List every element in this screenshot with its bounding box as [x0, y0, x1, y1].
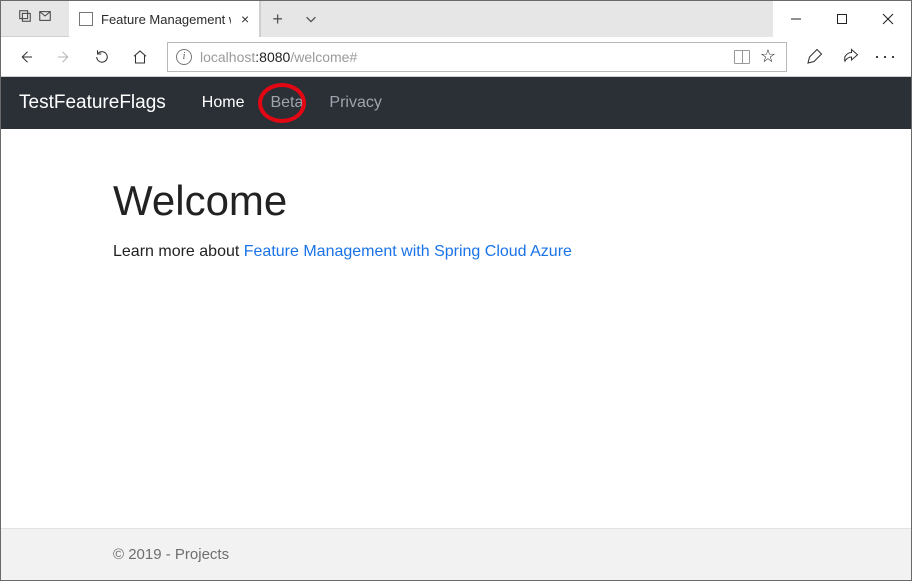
lead-text: Learn more about: [113, 243, 244, 260]
reading-view-icon[interactable]: [734, 50, 750, 64]
toolbar-right: ···: [797, 40, 903, 74]
footer-text: © 2019 - Projects: [113, 546, 229, 563]
page-footer: © 2019 - Projects: [1, 528, 911, 580]
page-content: Welcome Learn more about Feature Managem…: [1, 129, 911, 261]
tab-close-icon[interactable]: ×: [239, 11, 251, 27]
url-port: :8080: [255, 49, 290, 65]
new-tab-button[interactable]: +: [260, 1, 294, 37]
site-info-icon[interactable]: i: [176, 49, 192, 65]
address-bar[interactable]: i localhost:8080/welcome# ☆: [167, 42, 787, 72]
lead-link[interactable]: Feature Management with Spring Cloud Azu…: [244, 243, 572, 260]
browser-tab-active[interactable]: Feature Management w ×: [69, 1, 260, 37]
window-titlebar: Feature Management w × +: [1, 1, 911, 37]
window-maximize-button[interactable]: [819, 1, 865, 37]
window-controls: [773, 1, 911, 37]
app-brand[interactable]: TestFeatureFlags: [19, 92, 166, 114]
nav-privacy[interactable]: Privacy: [327, 90, 383, 116]
nav-home-button[interactable]: [123, 40, 157, 74]
url-path: /welcome#: [290, 49, 357, 65]
favorite-star-icon[interactable]: ☆: [758, 46, 778, 67]
nav-refresh-button[interactable]: [85, 40, 119, 74]
tab-title: Feature Management w: [101, 12, 231, 27]
more-menu-icon[interactable]: ···: [869, 46, 903, 67]
page-favicon-icon: [79, 12, 93, 26]
nav-home[interactable]: Home: [200, 90, 247, 116]
tab-actions-dropdown-icon[interactable]: [294, 1, 328, 37]
page-title: Welcome: [113, 177, 793, 225]
share-icon[interactable]: [833, 40, 867, 74]
url-text: localhost:8080/welcome#: [200, 49, 357, 65]
window-minimize-button[interactable]: [773, 1, 819, 37]
window-app-icons: [1, 1, 69, 37]
nav-back-button[interactable]: [9, 40, 43, 74]
app-navbar: TestFeatureFlags Home Beta Privacy: [1, 77, 911, 129]
cascade-windows-icon[interactable]: [18, 9, 32, 28]
url-host: localhost: [200, 49, 255, 65]
page-lead: Learn more about Feature Management with…: [113, 243, 793, 261]
nav-beta[interactable]: Beta: [268, 90, 305, 115]
recent-activity-icon[interactable]: [38, 9, 52, 28]
notes-icon[interactable]: [797, 40, 831, 74]
nav-forward-button[interactable]: [47, 40, 81, 74]
window-close-button[interactable]: [865, 1, 911, 37]
browser-toolbar: i localhost:8080/welcome# ☆ ···: [1, 37, 911, 77]
